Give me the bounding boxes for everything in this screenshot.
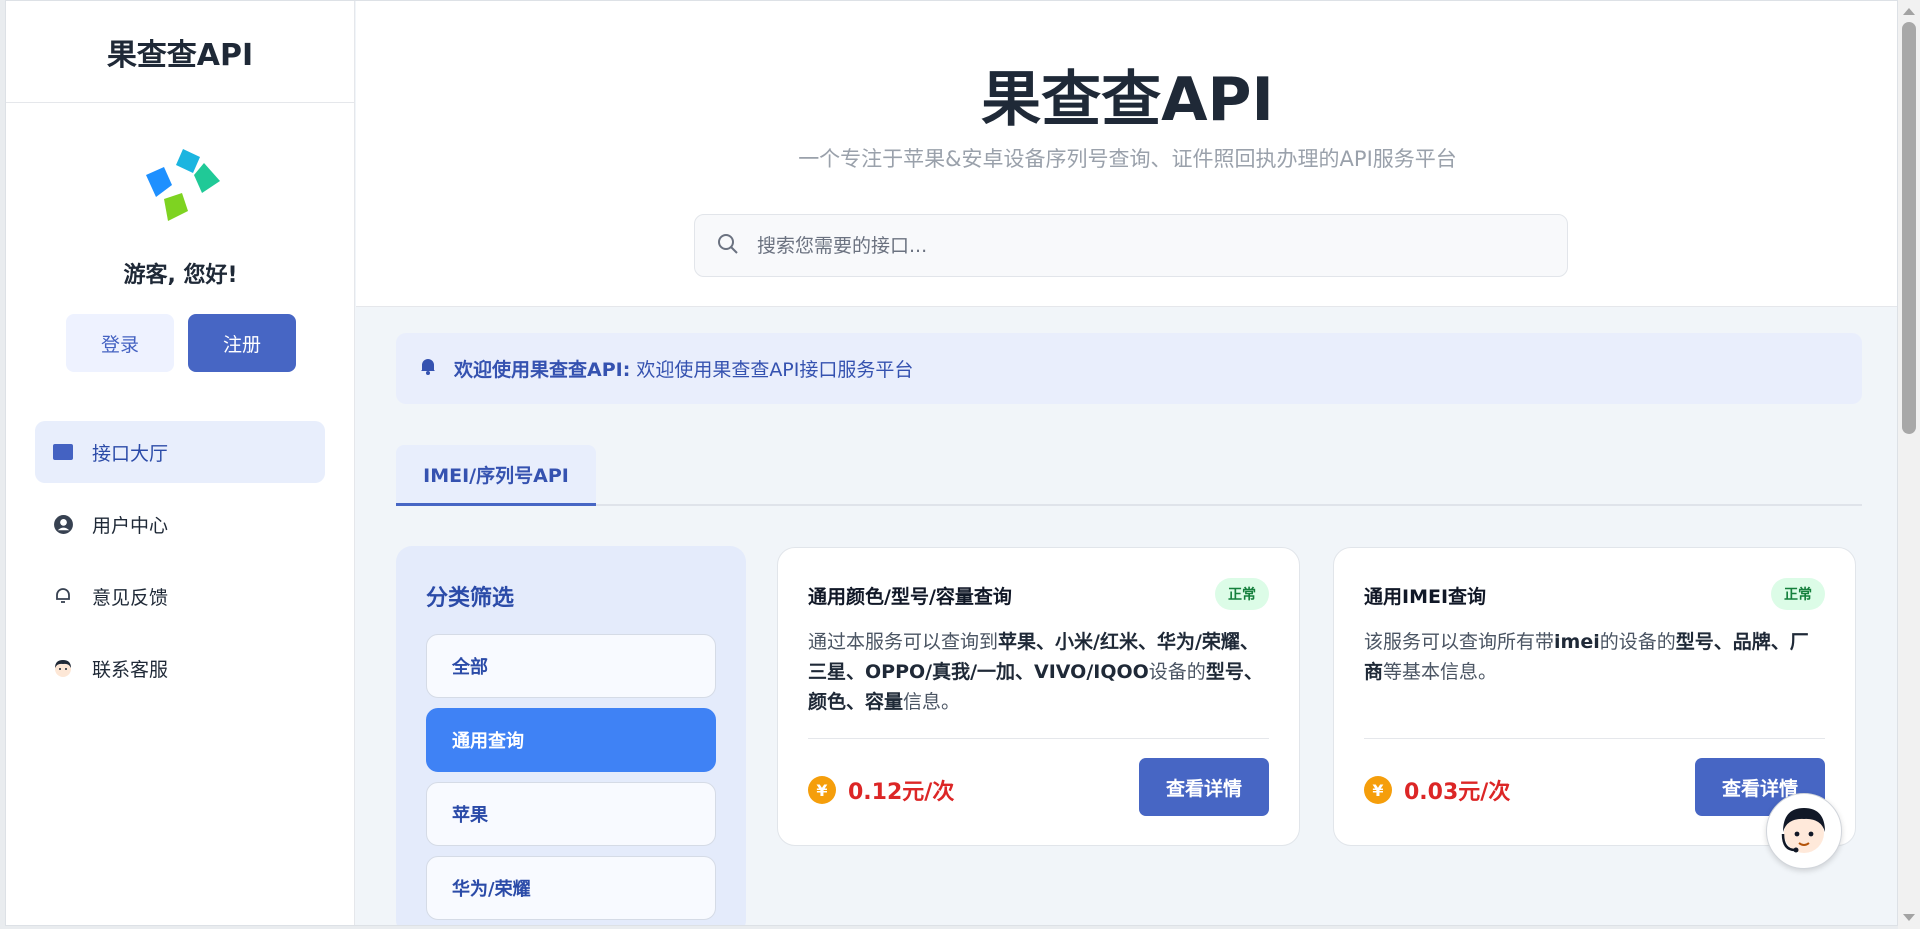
sidebar-nav: 接口大厅 用户中心 意见反馈 联系客服 [35, 421, 325, 709]
api-card-title: 通用IMEI查询 [1364, 586, 1487, 608]
filter-item-all[interactable]: 全部 [426, 634, 716, 698]
description-text: 设备的 [1148, 661, 1206, 683]
filter-item-general[interactable]: 通用查询 [426, 708, 716, 772]
register-button[interactable]: 注册 [188, 314, 296, 372]
scroll-up-arrow-icon[interactable] [1903, 8, 1915, 15]
sidebar-item-support[interactable]: 联系客服 [35, 637, 325, 699]
description-text: 等基本信息。 [1383, 661, 1498, 683]
price-text: 0.03元/次 [1404, 780, 1511, 805]
announcement-text: 欢迎使用果查查API接口服务平台 [636, 359, 914, 381]
bell-icon [418, 356, 438, 381]
description-text: 信息。 [903, 691, 961, 713]
page-title: 果查查API [981, 65, 1274, 135]
sidebar-item-label: 联系客服 [92, 658, 169, 681]
api-card-price: ¥ 0.03元/次 [1364, 774, 1510, 806]
api-card-description: 通过本服务可以查询到苹果、小米/红米、华为/荣耀、三星、OPPO/真我/一加、V… [808, 627, 1269, 717]
filter-item-apple[interactable]: 苹果 [426, 782, 716, 846]
description-text: 该服务可以查询所有带 [1364, 631, 1555, 653]
description-highlight: imei [1554, 631, 1600, 653]
sidebar-item-label: 意见反馈 [92, 586, 169, 609]
description-text: 的设备的 [1599, 631, 1676, 653]
tab-imei-serial-api[interactable]: IMEI/序列号API [396, 445, 596, 506]
announcement-bar: 欢迎使用果查查API: 欢迎使用果查查API接口服务平台 [396, 333, 1862, 404]
greeting-text: 游客, 您好! [123, 263, 238, 288]
app-window: 果查查API 游客, 您好! 登录 注册 接口大厅 用户中心 意见反馈 联系客服… [5, 0, 1898, 926]
api-tabs: IMEI/序列号API [396, 445, 1862, 506]
filter-item-huawei-honor[interactable]: 华为/荣耀 [426, 856, 716, 920]
status-badge: 正常 [1215, 578, 1269, 610]
category-filter: 分类筛选 全部 通用查询 苹果 华为/荣耀 [396, 546, 746, 925]
api-card-description: 该服务可以查询所有带imei的设备的型号、品牌、厂商等基本信息。 [1364, 627, 1825, 717]
square-icon [52, 441, 74, 463]
sidebar-item-user-center[interactable]: 用户中心 [35, 493, 325, 555]
sidebar-item-label: 用户中心 [92, 514, 169, 537]
status-badge: 正常 [1771, 578, 1825, 610]
announcement-label: 欢迎使用果查查API: [454, 359, 631, 381]
search-box[interactable] [694, 214, 1568, 277]
sidebar: 果查查API 游客, 您好! 登录 注册 接口大厅 用户中心 意见反馈 联系客服 [6, 1, 355, 925]
price-text: 0.12元/次 [848, 780, 955, 805]
search-input[interactable] [757, 234, 1537, 257]
page-subtitle: 一个专注于苹果&安卓设备序列号查询、证件照回执办理的API服务平台 [798, 147, 1457, 171]
page-header: 果查查API 一个专注于苹果&安卓设备序列号查询、证件照回执办理的API服务平台 [356, 1, 1897, 307]
sidebar-brand[interactable]: 果查查API [6, 1, 354, 103]
divider [808, 738, 1269, 739]
sidebar-item-api-hall[interactable]: 接口大厅 [35, 421, 325, 483]
yen-coin-icon: ¥ [1364, 776, 1392, 804]
support-agent-icon [52, 657, 74, 679]
api-card[interactable]: 通用颜色/型号/容量查询 正常 通过本服务可以查询到苹果、小米/红米、华为/荣耀… [777, 547, 1300, 846]
vertical-scrollbar[interactable] [1898, 0, 1920, 929]
api-card-price: ¥ 0.12元/次 [808, 774, 954, 806]
app-logo-icon [146, 149, 220, 221]
user-circle-icon [52, 513, 74, 535]
view-details-button[interactable]: 查看详情 [1139, 758, 1269, 816]
search-icon [717, 233, 739, 259]
scroll-down-arrow-icon[interactable] [1903, 914, 1915, 921]
customer-service-avatar-icon[interactable] [1766, 793, 1842, 869]
feedback-icon [52, 585, 74, 607]
filter-title: 分类筛选 [426, 586, 515, 611]
api-card-title: 通用颜色/型号/容量查询 [808, 586, 1012, 608]
login-button[interactable]: 登录 [66, 314, 174, 372]
sidebar-item-label: 接口大厅 [92, 442, 169, 465]
divider [1364, 738, 1825, 739]
sidebar-item-feedback[interactable]: 意见反馈 [35, 565, 325, 627]
scrollbar-thumb[interactable] [1902, 22, 1916, 434]
description-text: 通过本服务可以查询到 [808, 631, 999, 653]
yen-coin-icon: ¥ [808, 776, 836, 804]
